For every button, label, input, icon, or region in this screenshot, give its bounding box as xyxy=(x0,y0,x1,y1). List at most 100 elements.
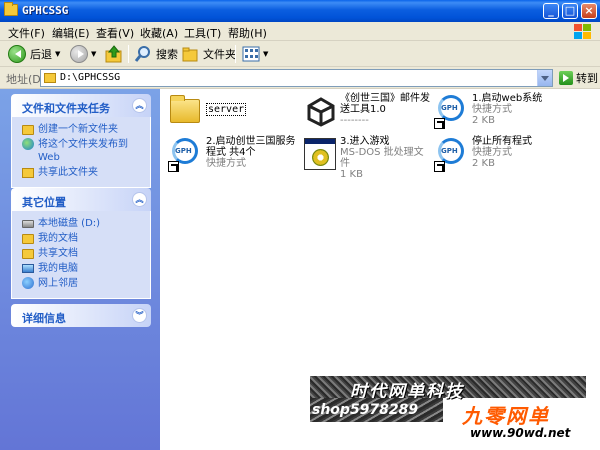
other-places-title: 其它位置 xyxy=(22,196,66,209)
file-type: MS-DOS 批处理文件 xyxy=(340,147,424,169)
minimize-button[interactable]: _ xyxy=(543,3,559,19)
up-folder-icon xyxy=(105,45,122,63)
up-folder-button[interactable] xyxy=(105,44,123,64)
window-title: GPHCSSG xyxy=(22,4,69,17)
file-type: 快捷方式 xyxy=(472,104,512,115)
views-icon xyxy=(242,46,260,62)
share-folder-icon xyxy=(22,168,34,178)
file-item-enter-game[interactable]: 3.进入游戏 MS-DOS 批处理文件 1 KB xyxy=(298,134,434,182)
folders-button[interactable]: 文件夹 xyxy=(181,44,236,64)
place-local-disk[interactable]: 本地磁盘 (D:) xyxy=(22,217,144,230)
file-name: 停止所有程式 xyxy=(472,136,532,147)
place-shared-documents[interactable]: 共享文档 xyxy=(22,247,144,260)
go-arrow-icon xyxy=(559,71,573,85)
file-size: 2 KB xyxy=(472,158,495,169)
task-publish-web[interactable]: 将这个文件夹发布到 Web xyxy=(22,138,144,164)
menu-favorites[interactable]: 收藏(A) xyxy=(140,25,178,41)
file-item-start-web[interactable]: GPH 1.启动web系统 快捷方式 2 KB xyxy=(430,91,566,139)
go-label: 转到 xyxy=(576,72,598,85)
gph-shortcut-icon: GPH xyxy=(168,136,204,172)
back-button[interactable]: 后退 ▼ xyxy=(8,44,60,64)
file-type: 快捷方式 xyxy=(206,158,246,169)
gph-shortcut-icon: GPH xyxy=(434,136,470,172)
toolbar: 后退 ▼ ▼ 搜索 文件夹 ▼ xyxy=(0,41,600,67)
file-item-start-services[interactable]: GPH 2.启动创世三国服务程式 共4个 快捷方式 xyxy=(164,134,300,182)
other-places-panel: 其它位置 ︽ 本地磁盘 (D:) 我的文档 共享文档 我的电脑 网上邻居 xyxy=(11,188,151,299)
folder-icon xyxy=(4,2,18,16)
menu-edit[interactable]: 编辑(E) xyxy=(52,25,90,41)
file-name[interactable]: server xyxy=(206,103,247,116)
file-name: 《创世三国》邮件发送工具1.0 xyxy=(340,93,430,115)
chevron-down-icon[interactable]: ▼ xyxy=(91,50,96,58)
shortcut-arrow-icon xyxy=(434,161,445,172)
place-my-computer[interactable]: 我的电脑 xyxy=(22,262,144,275)
file-tasks-header[interactable]: 文件和文件夹任务 ︽ xyxy=(11,94,151,117)
computer-icon xyxy=(22,264,34,273)
search-icon xyxy=(134,46,150,62)
other-places-header[interactable]: 其它位置 ︽ xyxy=(11,188,151,211)
menu-tools[interactable]: 工具(T) xyxy=(184,25,221,41)
back-arrow-icon xyxy=(8,45,26,63)
watermark-shop: shop5978289 xyxy=(310,398,443,422)
file-item-server[interactable]: server xyxy=(164,91,300,139)
file-size: 2 KB xyxy=(472,115,495,126)
unity-icon xyxy=(302,93,338,129)
search-label: 搜索 xyxy=(156,48,178,61)
title-bar[interactable]: GPHCSSG _ □ × xyxy=(0,0,600,22)
task-pane: 文件和文件夹任务 ︽ 创建一个新文件夹 将这个文件夹发布到 Web 共享此文件夹… xyxy=(0,89,160,450)
address-dropdown-button[interactable] xyxy=(537,70,552,86)
folder-icon xyxy=(22,249,34,259)
place-my-documents[interactable]: 我的文档 xyxy=(22,232,144,245)
details-header[interactable]: 详细信息 ︾ xyxy=(11,304,151,327)
collapse-icon[interactable]: ︽ xyxy=(132,98,147,113)
file-name: 3.进入游戏 xyxy=(340,136,390,147)
watermark-banner: 时代网单科技 xyxy=(310,376,586,402)
shortcut-arrow-icon xyxy=(434,118,445,129)
watermark-url: www.90wd.net xyxy=(470,426,571,440)
menu-help[interactable]: 帮助(H) xyxy=(228,25,267,41)
file-type: -------- xyxy=(340,115,369,126)
batch-file-icon xyxy=(302,136,338,172)
file-type: 快捷方式 xyxy=(472,147,512,158)
menu-file[interactable]: 文件(F) xyxy=(8,25,45,41)
back-label: 后退 xyxy=(30,48,52,61)
search-button[interactable]: 搜索 xyxy=(134,44,178,64)
chevron-down-icon[interactable]: ▼ xyxy=(263,50,268,58)
menu-bar: 文件(F) 编辑(E) 查看(V) 收藏(A) 工具(T) 帮助(H) xyxy=(0,22,600,41)
details-panel: 详细信息 ︾ xyxy=(11,304,151,327)
shortcut-arrow-icon xyxy=(168,161,179,172)
address-bar: 地址(D) D:\GPHCSSG 转到 xyxy=(0,67,600,89)
task-new-folder[interactable]: 创建一个新文件夹 xyxy=(22,123,144,136)
watermark-brand: 九零网单 xyxy=(462,404,550,428)
file-item-mail-tool[interactable]: 《创世三国》邮件发送工具1.0 -------- xyxy=(298,91,434,139)
folders-icon xyxy=(182,47,198,62)
views-button[interactable]: ▼ xyxy=(242,44,268,64)
go-button[interactable]: 转到 xyxy=(556,70,598,86)
task-share-folder[interactable]: 共享此文件夹 xyxy=(22,166,144,179)
file-name: 1.启动web系统 xyxy=(472,93,543,104)
close-button[interactable]: × xyxy=(581,3,597,19)
file-item-stop-all[interactable]: GPH 停止所有程式 快捷方式 2 KB xyxy=(430,134,566,182)
globe-icon xyxy=(22,138,34,150)
forward-arrow-icon xyxy=(70,45,88,63)
network-icon xyxy=(22,277,34,289)
file-tasks-title: 文件和文件夹任务 xyxy=(22,102,110,115)
folders-label: 文件夹 xyxy=(203,48,236,61)
address-value: D:\GPHCSSG xyxy=(60,72,121,83)
windows-logo-icon xyxy=(572,23,594,40)
folder-icon xyxy=(22,234,34,244)
chevron-down-icon[interactable]: ▼ xyxy=(55,50,60,58)
folder-icon xyxy=(44,73,56,83)
file-tasks-panel: 文件和文件夹任务 ︽ 创建一个新文件夹 将这个文件夹发布到 Web 共享此文件夹 xyxy=(11,94,151,188)
address-input[interactable]: D:\GPHCSSG xyxy=(40,69,553,87)
folder-icon xyxy=(168,93,204,129)
gph-shortcut-icon: GPH xyxy=(434,93,470,129)
watermark-shop-text: shop5978289 xyxy=(312,402,419,418)
menu-view[interactable]: 查看(V) xyxy=(96,25,134,41)
place-network[interactable]: 网上邻居 xyxy=(22,277,144,290)
expand-icon[interactable]: ︾ xyxy=(132,308,147,323)
file-size: 1 KB xyxy=(340,169,363,180)
forward-button[interactable]: ▼ xyxy=(70,44,96,64)
collapse-icon[interactable]: ︽ xyxy=(132,192,147,207)
maximize-button[interactable]: □ xyxy=(562,3,578,19)
